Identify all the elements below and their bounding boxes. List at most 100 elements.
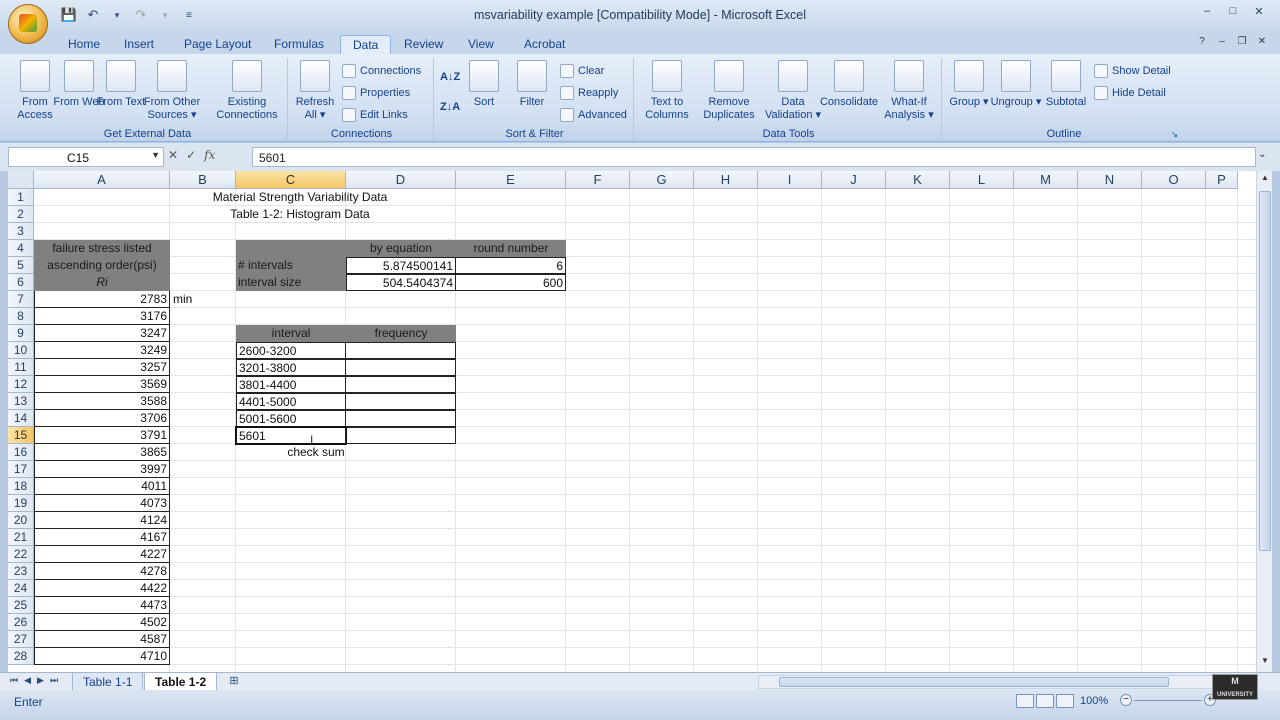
row-header-19[interactable]: 19 [8, 495, 34, 512]
tab-data[interactable]: Data [340, 35, 392, 54]
a-value-cell[interactable]: 3997 [34, 461, 170, 478]
column-header-e[interactable]: E [456, 171, 566, 189]
remove-duplicates-button[interactable]: Remove Duplicates [696, 60, 762, 122]
row-header-5[interactable]: 5 [8, 257, 34, 274]
table-title[interactable]: Table 1-2: Histogram Data [170, 206, 430, 223]
a-value-cell[interactable]: 3249 [34, 342, 170, 359]
column-header-j[interactable]: J [822, 171, 886, 189]
a-value-cell[interactable]: 4587 [34, 631, 170, 648]
frequency-cell[interactable] [345, 410, 456, 427]
consolidate-button[interactable]: Consolidate [816, 60, 882, 109]
normal-view-icon[interactable] [1016, 694, 1034, 708]
sheet-tab-table-1-2[interactable]: Table 1-2 [144, 673, 218, 691]
a-value-cell[interactable]: 3865 [34, 444, 170, 461]
tab-review[interactable]: Review [392, 35, 455, 54]
a-header-line2[interactable]: ascending order(psi) [34, 257, 170, 274]
row-header-17[interactable]: 17 [8, 461, 34, 478]
a-value-cell[interactable]: 4124 [34, 512, 170, 529]
column-header-c[interactable]: C [236, 171, 346, 189]
row-header-11[interactable]: 11 [8, 359, 34, 376]
row-header-3[interactable]: 3 [8, 223, 34, 240]
page-layout-view-icon[interactable] [1036, 694, 1054, 708]
connections-button[interactable]: Connections [342, 62, 421, 80]
row-header-10[interactable]: 10 [8, 342, 34, 359]
c9-interval-header[interactable]: interval [236, 325, 346, 342]
row-header-6[interactable]: 6 [8, 274, 34, 291]
interval-cell[interactable]: 5001-5600 [236, 410, 346, 427]
row-header-20[interactable]: 20 [8, 512, 34, 529]
a-value-cell[interactable]: 3247 [34, 325, 170, 342]
c4-cell[interactable] [236, 240, 346, 257]
maximize-button[interactable]: □ [1220, 2, 1246, 20]
tab-acrobat[interactable]: Acrobat [512, 35, 577, 54]
interval-cell[interactable]: 3201-3800 [236, 359, 346, 376]
sort-button[interactable]: Sort [464, 60, 504, 109]
a-value-cell[interactable]: 3569 [34, 376, 170, 393]
vertical-scroll-thumb[interactable] [1259, 191, 1271, 551]
row-header-27[interactable]: 27 [8, 631, 34, 648]
a-header-line1[interactable]: failure stress listed [34, 240, 170, 257]
select-all-corner[interactable] [8, 171, 34, 189]
a-value-cell[interactable]: 4422 [34, 580, 170, 597]
what-if-analysis-button[interactable]: What-If Analysis ▾ [878, 60, 940, 122]
row-header-24[interactable]: 24 [8, 580, 34, 597]
minimize-workbook-icon[interactable]: – [1214, 36, 1230, 50]
column-header-p[interactable]: P [1206, 171, 1238, 189]
row-header-14[interactable]: 14 [8, 410, 34, 427]
column-header-f[interactable]: F [566, 171, 630, 189]
zoom-slider[interactable]: − + [1120, 694, 1216, 708]
row-header-7[interactable]: 7 [8, 291, 34, 308]
row-header-2[interactable]: 2 [8, 206, 34, 223]
a-value-cell[interactable]: 4167 [34, 529, 170, 546]
sort-ascending-button[interactable]: A↓Z [440, 68, 460, 86]
reapply-button[interactable]: Reapply [560, 84, 618, 102]
row-header-26[interactable]: 26 [8, 614, 34, 631]
frequency-cell[interactable] [345, 393, 456, 410]
group-button[interactable]: Group ▾ [944, 60, 994, 109]
advanced-button[interactable]: Advanced [560, 106, 627, 124]
help-icon[interactable]: ? [1194, 36, 1210, 50]
row-header-9[interactable]: 9 [8, 325, 34, 342]
page-break-view-icon[interactable] [1056, 694, 1074, 708]
column-header-b[interactable]: B [170, 171, 236, 189]
row-header-8[interactable]: 8 [8, 308, 34, 325]
d4-by-equation[interactable]: by equation [346, 240, 456, 257]
column-header-h[interactable]: H [694, 171, 758, 189]
row-header-23[interactable]: 23 [8, 563, 34, 580]
from-other-sources-button[interactable]: From Other Sources ▾ [140, 60, 204, 122]
show-detail-button[interactable]: Show Detail [1094, 62, 1171, 80]
horizontal-scroll-thumb[interactable] [779, 677, 1169, 687]
edit-links-button[interactable]: Edit Links [342, 106, 408, 124]
row-header-13[interactable]: 13 [8, 393, 34, 410]
c5-intervals[interactable]: # intervals [236, 257, 346, 274]
c6-interval-size[interactable]: interval size [236, 274, 346, 291]
e4-round-number[interactable]: round number [456, 240, 566, 257]
column-header-a[interactable]: A [34, 171, 170, 189]
filter-button[interactable]: Filter [512, 60, 552, 109]
properties-button[interactable]: Properties [342, 84, 410, 102]
hide-detail-button[interactable]: Hide Detail [1094, 84, 1166, 102]
minimize-button[interactable]: – [1194, 2, 1220, 20]
tab-page-layout[interactable]: Page Layout [172, 35, 263, 54]
e5-value[interactable]: 6 [455, 257, 566, 274]
frequency-cell[interactable] [345, 376, 456, 393]
existing-connections-button[interactable]: Existing Connections [214, 60, 280, 122]
row-header-12[interactable]: 12 [8, 376, 34, 393]
column-header-l[interactable]: L [950, 171, 1014, 189]
row-header-18[interactable]: 18 [8, 478, 34, 495]
a-value-cell[interactable]: 4473 [34, 597, 170, 614]
d6-value[interactable]: 504.5404374 [346, 274, 456, 291]
sort-descending-button[interactable]: Z↓A [440, 98, 460, 116]
worksheet-grid[interactable]: ABCDEFGHIJKLMNOP 1 2 3 4 5 6 7 8 9 10 11 12 13 14 15 16… [8, 171, 1256, 672]
a-value-cell[interactable]: 4502 [34, 614, 170, 631]
data-validation-button[interactable]: Data Validation ▾ [764, 60, 822, 122]
last-sheet-icon[interactable]: ⏭ [50, 675, 58, 686]
close-workbook-icon[interactable]: ✕ [1254, 36, 1270, 50]
cancel-icon[interactable]: ✕ [168, 148, 178, 162]
zoom-out-icon[interactable]: − [1120, 694, 1132, 706]
column-header-o[interactable]: O [1142, 171, 1206, 189]
row-header-16[interactable]: 16 [8, 444, 34, 461]
refresh-all-button[interactable]: Refresh All ▾ [290, 60, 340, 122]
vertical-scrollbar[interactable]: ▲ ▼ [1256, 171, 1272, 672]
row-header-15[interactable]: 15 [8, 427, 34, 444]
